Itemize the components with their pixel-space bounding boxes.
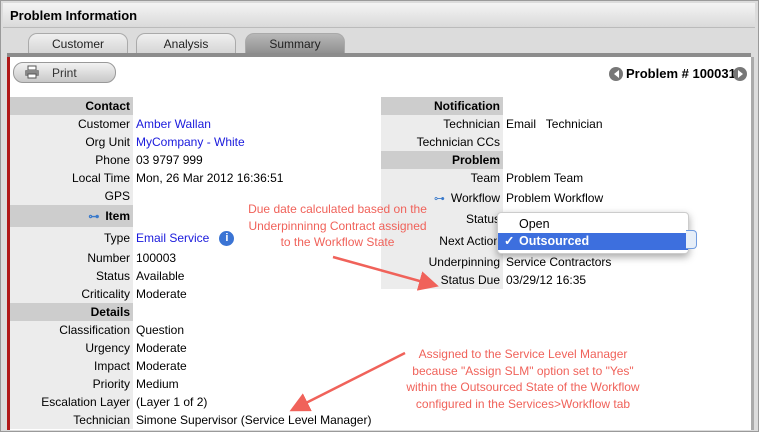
- annotation-arrows: [289, 255, 439, 412]
- arrow-to-status-due: [332, 255, 439, 291]
- arrow-to-technician: [289, 351, 406, 412]
